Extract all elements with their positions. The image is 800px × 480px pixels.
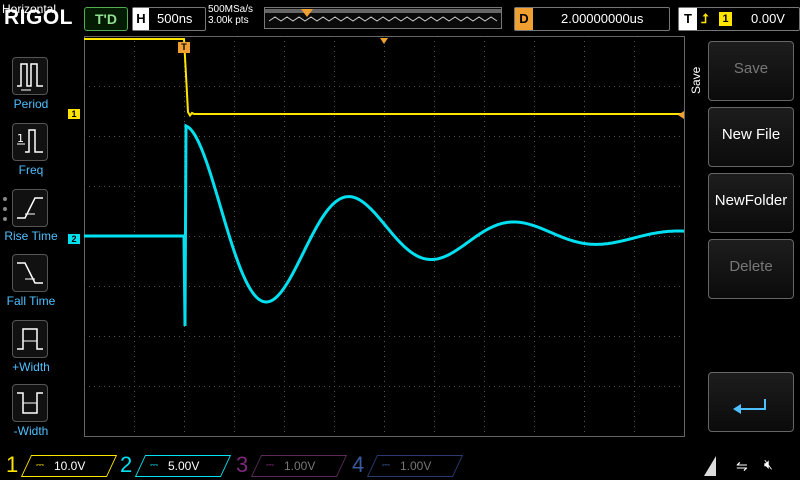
pos-width-label: +Width	[12, 360, 50, 374]
ch4-number: 4	[352, 452, 365, 477]
waveform-display[interactable]	[84, 36, 686, 438]
new-folder-button[interactable]: NewFolder	[708, 173, 794, 233]
horizontal-timebase[interactable]: H 500ns	[132, 7, 206, 31]
speaker-muted-icon[interactable]: 🔇︎	[764, 456, 773, 473]
neg-width-icon	[12, 384, 48, 422]
measure-freq[interactable]: 1 Freq	[0, 123, 62, 185]
ch2-coupling-icon: ⎓	[150, 460, 158, 471]
delete-button-label: Delete	[729, 258, 773, 275]
delay-readout[interactable]: D 2.00000000us	[514, 7, 670, 31]
rise-time-icon	[12, 189, 48, 227]
sample-rate: 500MSa/s	[208, 4, 254, 15]
measure-period[interactable]: Period	[0, 57, 62, 119]
new-folder-button-label: NewFolder	[714, 192, 788, 209]
ch2-number: 2	[120, 452, 133, 477]
return-button[interactable]	[708, 372, 794, 432]
corner-tab-icon	[704, 456, 716, 476]
return-arrow-icon	[733, 399, 766, 414]
ch1-status[interactable]: 1 ⎓ 10.0V	[6, 452, 118, 477]
ch3-status[interactable]: 3 ⎓ 1.00V	[236, 452, 348, 477]
ch4-status[interactable]: 4 ⎓ 1.00V	[352, 452, 464, 477]
measure-rise-time[interactable]: Rise Time	[0, 189, 62, 251]
freq-icon: 1	[12, 123, 48, 161]
trigger-readout[interactable]: T ⮥ 1 0.00V	[678, 7, 800, 31]
fall-time-icon	[12, 254, 48, 292]
save-button-label: Save	[733, 60, 769, 77]
new-file-button[interactable]: New File	[708, 107, 794, 167]
rising-edge-icon: ⮥	[701, 11, 709, 26]
left-menu-title: Horizontal	[2, 2, 57, 16]
ch1-offset-marker[interactable]: 1	[68, 109, 80, 119]
rise-time-label: Rise Time	[4, 229, 58, 243]
pos-width-icon	[12, 320, 48, 358]
fall-time-label: Fall Time	[6, 294, 56, 308]
memory-depth: 3.00k pts	[208, 15, 249, 26]
trigger-level-marker-icon	[678, 111, 684, 119]
ch2-offset-marker[interactable]: 2	[68, 234, 80, 244]
center-marker-icon	[380, 38, 388, 44]
neg-width-label: -Width	[13, 424, 49, 438]
freq-label: Freq	[18, 163, 44, 177]
horizontal-key: H	[133, 8, 149, 30]
ch3-coupling-icon: ⎓	[266, 460, 274, 471]
measure-fall-time[interactable]: Fall Time	[0, 254, 62, 316]
measure-neg-width[interactable]: -Width	[0, 384, 62, 446]
ch4-coupling-icon: ⎓	[382, 460, 390, 471]
run-status-badge[interactable]: T'D	[84, 7, 128, 31]
memory-overview-strip	[264, 7, 502, 29]
waveform-grid	[84, 36, 685, 437]
ch2-status[interactable]: 2 ⎓ 5.00V	[120, 452, 232, 477]
timebase-value: 500ns	[157, 11, 193, 26]
trigger-key: T	[679, 8, 697, 30]
trigger-position-marker[interactable]: T	[178, 42, 190, 53]
save-button[interactable]: Save	[708, 41, 794, 101]
ch1-coupling-icon: ⎓	[36, 460, 44, 471]
right-menu-title: Save	[689, 66, 703, 94]
svg-text:1: 1	[17, 132, 24, 145]
ch2-scale: 5.00V	[168, 459, 200, 473]
new-file-button-label: New File	[721, 126, 781, 143]
ch1-number: 1	[6, 452, 19, 477]
ch3-number: 3	[236, 452, 249, 477]
trigger-source: 1	[719, 12, 732, 26]
delay-value: 2.00000000us	[561, 11, 644, 26]
memory-overview-waveform	[265, 9, 501, 22]
sample-info: 500MSa/s 3.00k pts	[208, 4, 253, 26]
ch4-scale: 1.00V	[400, 459, 432, 473]
measure-pos-width[interactable]: +Width	[0, 320, 62, 382]
delay-key: D	[515, 8, 533, 30]
trigger-level: 0.00V	[751, 11, 785, 26]
usb-icon: ⇋	[736, 458, 748, 474]
period-label: Period	[13, 97, 49, 111]
ch1-scale: 10.0V	[54, 459, 86, 473]
ch3-scale: 1.00V	[284, 459, 316, 473]
menu-page-dots	[2, 196, 8, 226]
delete-button[interactable]: Delete	[708, 239, 794, 299]
period-icon	[12, 57, 48, 95]
